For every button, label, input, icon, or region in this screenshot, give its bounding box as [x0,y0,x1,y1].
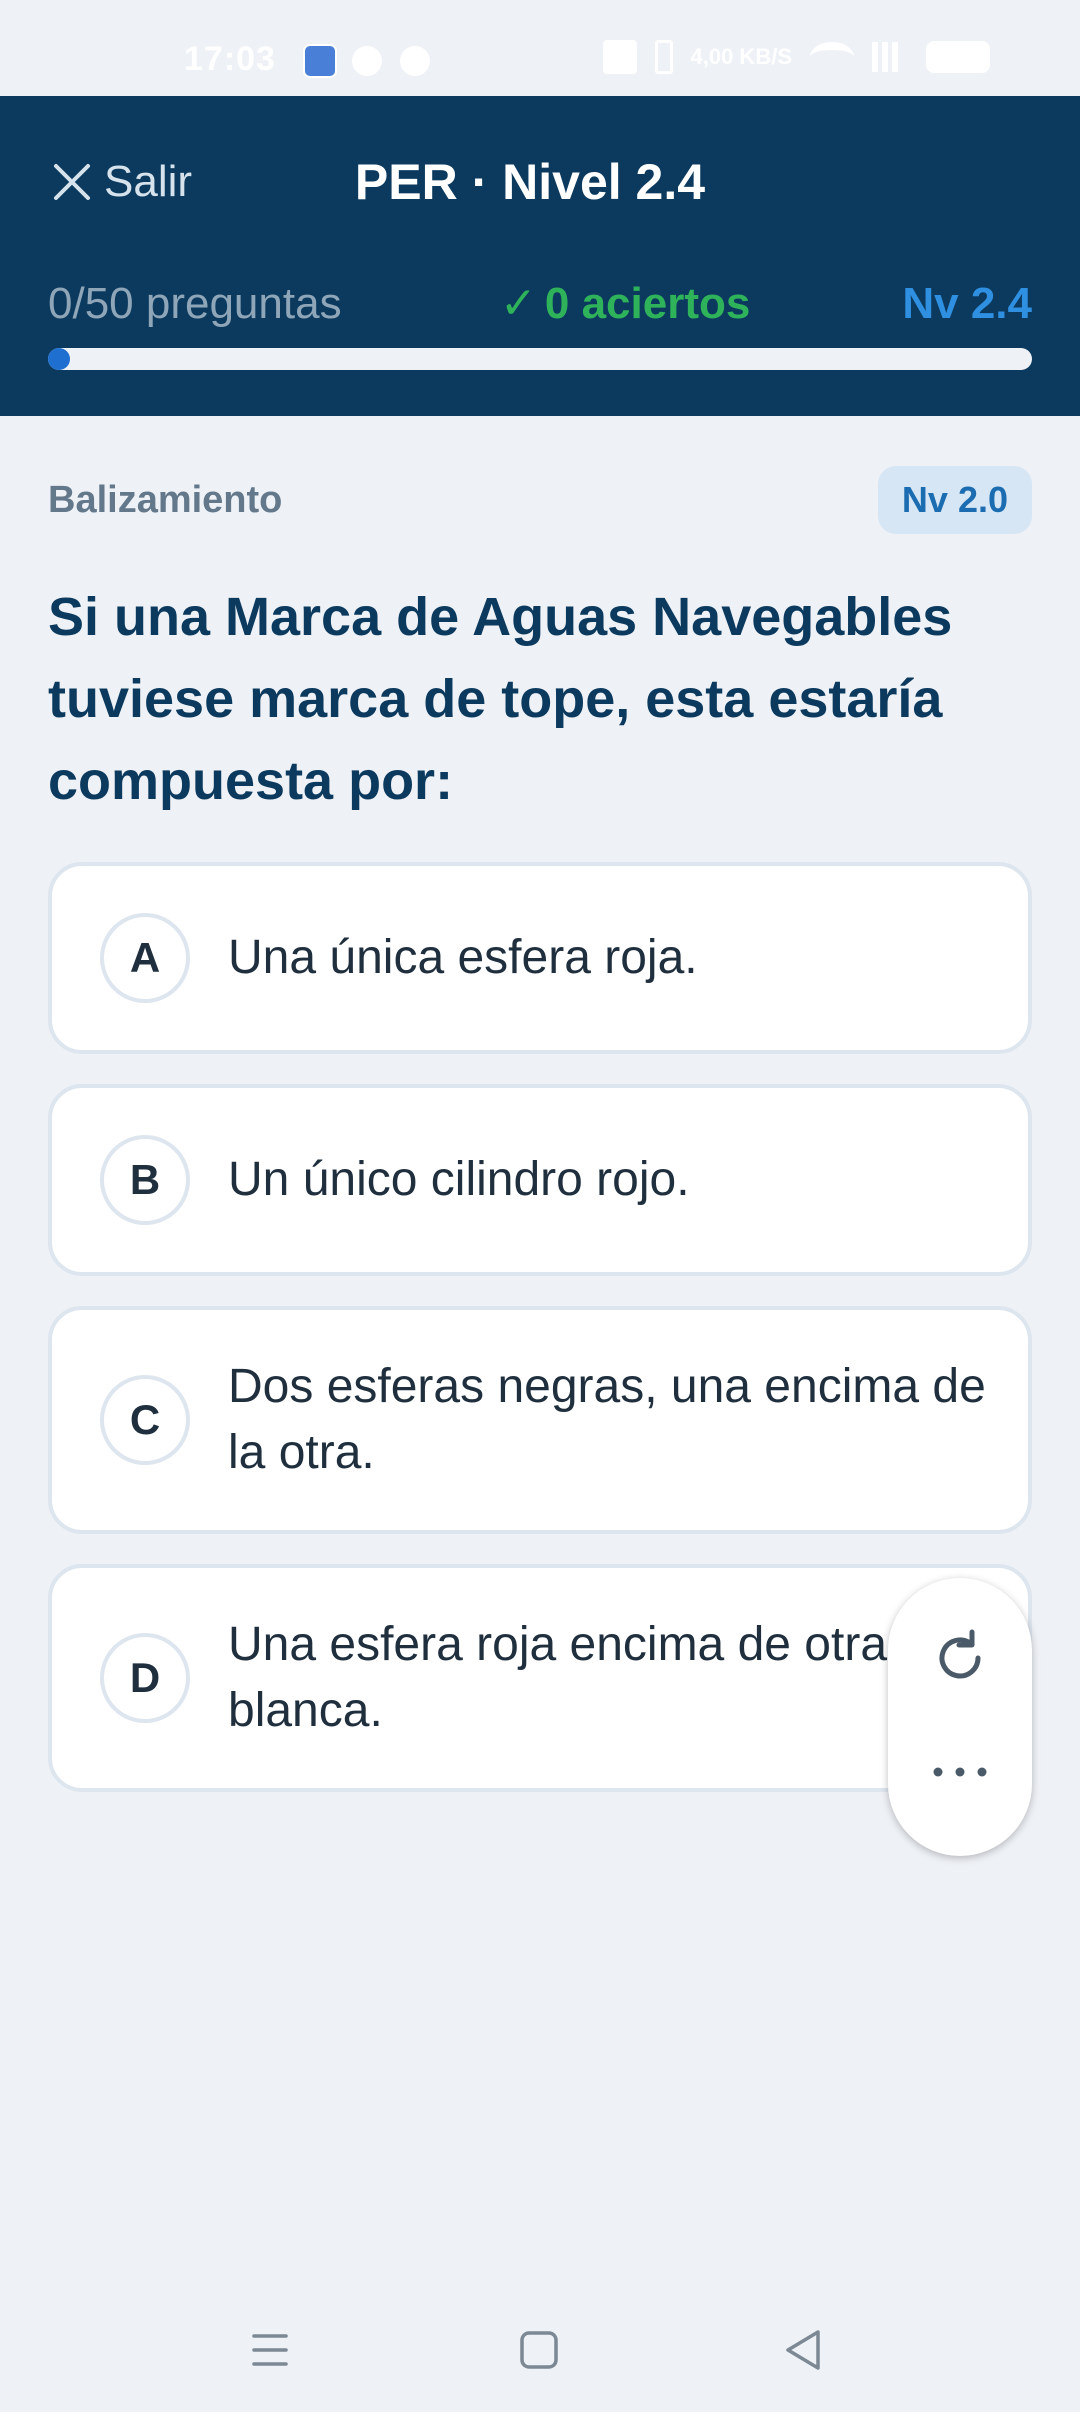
question-level-badge: Nv 2.0 [877,466,1032,534]
page-title-text: PER · Nivel 2.4 [354,154,706,210]
hits-label: 0 aciertos [544,279,751,328]
wifi-icon [810,42,854,72]
option-text: Dos esferas negras, una encima de la otr… [228,1360,986,1479]
option-letter: C [100,1375,190,1465]
option-letter: D [100,1633,190,1723]
option-letter: B [100,1135,190,1225]
option-d[interactable]: D Una esfera roja encima de otra blanca. [48,1564,1032,1792]
nfc-icon [602,40,637,74]
status-time: 17:03 [184,40,276,78]
signal-icon [872,42,908,72]
notification-circle-icon [400,46,430,76]
question-text: Si una Marca de Aguas Navegables tuviese… [48,587,953,811]
option-c[interactable]: C Dos esferas negras, una encima de la o… [48,1306,1032,1534]
bluetooth-icon [654,40,673,74]
question-counter: 0/50 preguntas [48,279,342,328]
progress-indicator [48,348,70,370]
current-level: Nv 2.4 [902,279,1032,328]
notification-circle-icon [352,46,382,76]
floating-action-pill [888,1578,1032,1856]
option-text: Una única esfera roja. [228,931,698,984]
reload-icon[interactable] [930,1628,990,1688]
option-b[interactable]: B Un único cilindro rojo. [48,1084,1032,1276]
progress-bar [48,348,1032,370]
check-icon: ✓ [500,279,537,328]
quiz-header: Salir PER · Nivel 2.4 0/50 preguntas ✓ 0 … [0,96,1080,416]
battery-icon [926,41,990,73]
system-nav-bar [0,2300,1080,2412]
hits-counter: ✓ 0 aciertos [500,274,750,334]
status-bar: 17:03 4,00 KB/S [0,0,1080,96]
page-title: PER · Nivel 2.4 [0,152,1060,212]
option-text: Un único cilindro rojo. [228,1153,690,1206]
back-triangle-icon[interactable] [774,2320,834,2380]
option-a[interactable]: A Una única esfera roja. [48,862,1032,1054]
question-topic: Balizamiento [48,479,283,521]
option-letter: A [100,913,190,1003]
menu-icon[interactable] [240,2320,300,2380]
home-square-icon[interactable] [509,2320,569,2380]
app-notification-icon [303,44,337,78]
more-horizontal-icon[interactable] [922,1752,998,1792]
status-icons: 4,00 KB/S [602,40,990,74]
network-speed: 4,00 KB/S [690,44,793,69]
option-text: Una esfera roja encima de otra blanca. [228,1618,888,1737]
